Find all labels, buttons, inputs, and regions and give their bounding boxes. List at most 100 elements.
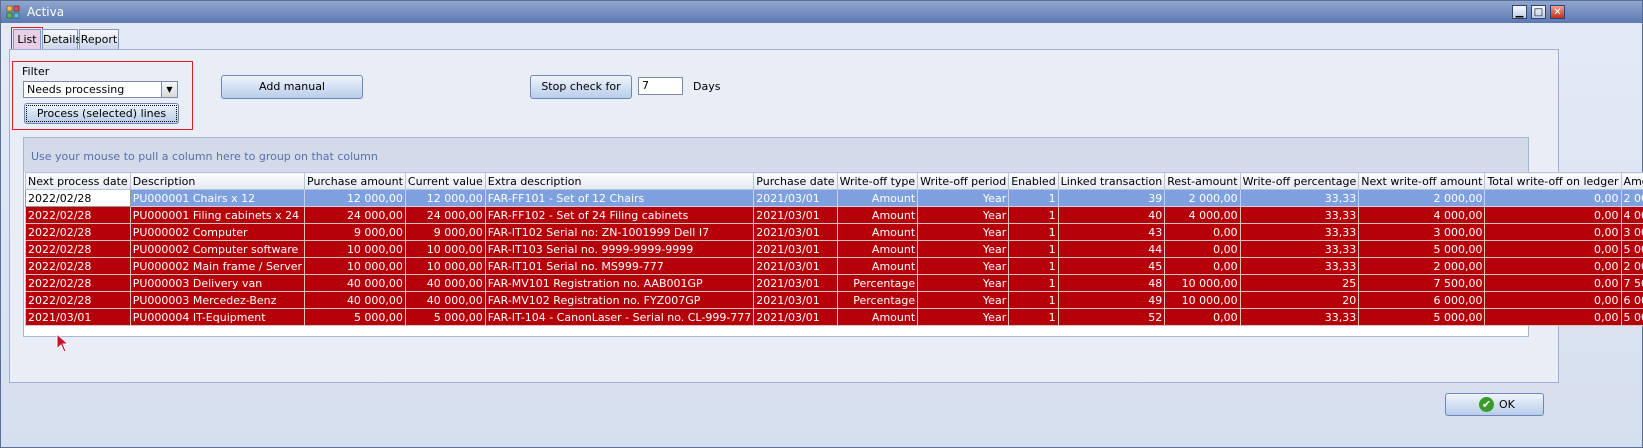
table-cell[interactable]: 2021/03/01 xyxy=(753,274,838,292)
table-cell[interactable]: 2021/03/01 xyxy=(25,308,131,326)
table-cell[interactable]: 43 xyxy=(1057,223,1166,241)
column-header[interactable]: Write-off type xyxy=(836,172,919,190)
table-cell[interactable]: 10 000,00 xyxy=(404,257,486,275)
table-cell[interactable]: FAR-IT102 Serial no: ZN-1001999 Dell I7 xyxy=(484,223,755,241)
table-row[interactable]: 2022/02/28 PU000001 Filing cabinets x 24 2… xyxy=(25,206,1643,224)
table-cell[interactable]: 33,33 xyxy=(1239,223,1360,241)
table-cell[interactable]: 12 000,00 xyxy=(404,189,486,207)
stop-check-button[interactable]: Stop check for xyxy=(530,75,632,99)
table-cell[interactable]: PU000004 IT-Equipment xyxy=(129,308,306,326)
column-header[interactable]: Next process date xyxy=(25,172,131,190)
close-button[interactable]: ✕ xyxy=(1550,5,1565,19)
table-cell[interactable]: Year xyxy=(917,274,1010,292)
table-cell[interactable]: 2 000,00 xyxy=(1620,189,1643,207)
table-cell[interactable]: PU000001 Chairs x 12 xyxy=(129,189,306,207)
table-cell[interactable]: Amount xyxy=(836,223,919,241)
table-cell[interactable]: FAR-IT103 Serial no. 9999-9999-9999 xyxy=(484,240,755,258)
table-cell[interactable]: PU000002 Computer xyxy=(129,223,306,241)
table-cell[interactable]: 0,00 xyxy=(1164,240,1241,258)
table-cell[interactable]: 2022/02/28 xyxy=(25,291,131,309)
table-cell[interactable]: Percentage xyxy=(836,291,919,309)
table-cell[interactable]: 3 000,00 xyxy=(1620,223,1643,241)
table-cell[interactable]: PU000002 Main frame / Server xyxy=(129,257,306,275)
table-row[interactable]: 2022/02/28 PU000002 Main frame / Server 10… xyxy=(25,257,1643,275)
table-cell[interactable]: 24 000,00 xyxy=(304,206,406,224)
table-cell[interactable]: 2021/03/01 xyxy=(753,308,838,326)
table-cell[interactable]: 2022/02/28 xyxy=(25,223,131,241)
table-cell[interactable]: 0,00 xyxy=(1484,223,1622,241)
column-header[interactable]: Write-off period xyxy=(917,172,1010,190)
table-cell[interactable]: 0,00 xyxy=(1484,274,1622,292)
table-cell[interactable]: 5 000,00 xyxy=(404,308,486,326)
table-cell[interactable]: 33,33 xyxy=(1239,308,1360,326)
table-row[interactable]: 2022/02/28 PU000002 Computer 9 000,00 9 000… xyxy=(25,223,1643,241)
chevron-down-icon[interactable]: ▼ xyxy=(161,82,177,97)
table-cell[interactable]: 2022/02/28 xyxy=(25,206,131,224)
table-cell[interactable]: 40 000,00 xyxy=(404,274,486,292)
table-cell[interactable]: 45 xyxy=(1057,257,1166,275)
table-cell[interactable]: 1 xyxy=(1008,240,1059,258)
column-header[interactable]: Extra description xyxy=(484,172,755,190)
table-cell[interactable]: 1 xyxy=(1008,223,1059,241)
table-cell[interactable]: 2 000,00 xyxy=(1164,189,1241,207)
table-cell[interactable]: 2 000,00 xyxy=(1358,189,1486,207)
table-cell[interactable]: Year xyxy=(917,257,1010,275)
table-cell[interactable]: 2022/02/28 xyxy=(25,274,131,292)
table-cell[interactable]: 9 000,00 xyxy=(404,223,486,241)
table-cell[interactable]: 48 xyxy=(1057,274,1166,292)
table-cell[interactable]: Amount xyxy=(836,240,919,258)
table-cell[interactable]: FAR-MV102 Registration no. FYZ007GP xyxy=(484,291,755,309)
table-cell[interactable]: FAR-FF101 - Set of 12 Chairs xyxy=(484,189,755,207)
table-cell[interactable]: 4 000,00 xyxy=(1620,206,1643,224)
table-cell[interactable]: 4 000,00 xyxy=(1164,206,1241,224)
table-cell[interactable]: FAR-FF102 - Set of 24 Filing cabinets xyxy=(484,206,755,224)
table-cell[interactable]: 5 000,00 xyxy=(1620,308,1643,326)
table-cell[interactable]: 0,00 xyxy=(1484,291,1622,309)
table-cell[interactable]: 7 500,00 xyxy=(1620,274,1643,292)
tab-list[interactable]: List xyxy=(11,27,43,51)
tab-report[interactable]: Report xyxy=(79,29,119,49)
table-cell[interactable]: Percentage xyxy=(836,274,919,292)
table-cell[interactable]: 10 000,00 xyxy=(1164,274,1241,292)
stop-check-days-input[interactable]: 7 xyxy=(638,77,683,95)
table-cell[interactable]: 39 xyxy=(1057,189,1166,207)
table-cell[interactable]: 20 xyxy=(1239,291,1360,309)
table-cell[interactable]: Amount xyxy=(836,257,919,275)
table-cell[interactable]: PU000002 Computer software xyxy=(129,240,306,258)
group-by-panel[interactable]: Use your mouse to pull a column here to … xyxy=(24,138,1528,172)
table-cell[interactable]: 1 xyxy=(1008,189,1059,207)
maximize-button[interactable]: □ xyxy=(1531,5,1546,19)
table-cell[interactable]: FAR-MV101 Registration no. AAB001GP xyxy=(484,274,755,292)
table-cell[interactable]: 52 xyxy=(1057,308,1166,326)
table-cell[interactable]: 5 000,00 xyxy=(304,308,406,326)
table-cell[interactable]: 0,00 xyxy=(1164,308,1241,326)
table-cell[interactable]: 2022/02/28 xyxy=(25,189,131,207)
table-cell[interactable]: FAR-IT101 Serial no. MS999-777 xyxy=(484,257,755,275)
table-cell[interactable]: 44 xyxy=(1057,240,1166,258)
table-cell[interactable]: 12 000,00 xyxy=(304,189,406,207)
table-cell[interactable]: 2021/03/01 xyxy=(753,189,838,207)
column-header[interactable]: Total write-off on ledger xyxy=(1484,172,1622,190)
table-cell[interactable]: Amount xyxy=(836,189,919,207)
table-cell[interactable]: Year xyxy=(917,206,1010,224)
table-cell[interactable]: 33,33 xyxy=(1239,240,1360,258)
table-cell[interactable]: 40 000,00 xyxy=(304,291,406,309)
table-cell[interactable]: 1 xyxy=(1008,308,1059,326)
table-cell[interactable]: 40 000,00 xyxy=(404,291,486,309)
table-cell[interactable]: Year xyxy=(917,240,1010,258)
table-row[interactable]: 2022/02/28 PU000003 Mercedez-Benz 40 000,0… xyxy=(25,291,1643,309)
table-cell[interactable]: 2021/03/01 xyxy=(753,223,838,241)
ok-button[interactable]: ✔ OK xyxy=(1445,393,1544,416)
table-cell[interactable]: 2 000,00 xyxy=(1358,257,1486,275)
table-cell[interactable]: 1 xyxy=(1008,257,1059,275)
table-cell[interactable]: Amount xyxy=(836,308,919,326)
table-cell[interactable]: 1 xyxy=(1008,274,1059,292)
filter-select[interactable]: Needs processing ▼ xyxy=(23,81,178,98)
column-header[interactable]: Current value xyxy=(404,172,486,190)
table-cell[interactable]: Year xyxy=(917,291,1010,309)
table-cell[interactable]: 10 000,00 xyxy=(404,240,486,258)
column-header[interactable]: Description xyxy=(129,172,306,190)
table-cell[interactable]: 7 500,00 xyxy=(1358,274,1486,292)
table-cell[interactable]: 4 000,00 xyxy=(1358,206,1486,224)
table-cell[interactable]: 2021/03/01 xyxy=(753,257,838,275)
